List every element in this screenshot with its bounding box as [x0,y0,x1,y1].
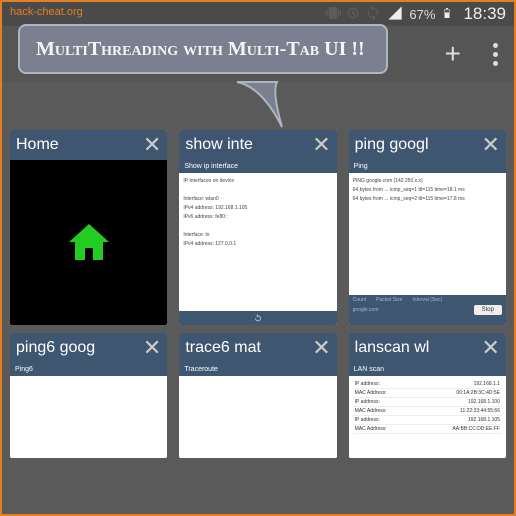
lan-row: MAC Address:00:1A:2B:3C:4D:5E [353,389,502,398]
tab-sub-header: Ping [349,160,506,173]
tab-content: IP Interfaces on device Interface: wlan0… [183,177,332,249]
alarm-icon [345,5,361,24]
status-clock: 18:39 [463,4,506,24]
tab-header: lanscan wl ✕ [349,333,506,363]
tab-sub-header: LAN scan [349,363,506,376]
battery-icon [441,4,453,25]
lan-rows: IP address:192.168.1.1 MAC Address:00:1A… [353,380,502,434]
label-size: Packet Size [376,297,402,303]
tab-body-home [10,160,167,325]
label-interval: Interval (Sec) [412,297,442,303]
close-icon[interactable]: ✕ [482,337,500,359]
tab-ping-google[interactable]: ping googl ✕ Ping PING google.com (142.2… [349,130,506,325]
vibrate-icon [325,5,341,24]
tab-title: show inte [185,136,253,154]
lan-row: IP address:192.168.1.1 [353,380,502,389]
ping-host: google.com [353,307,379,313]
lan-row: MAC Address:AA:BB:CC:DD:EE:FF [353,425,502,434]
stop-button[interactable]: Stop [474,305,502,315]
tab-body: LAN scan IP address:192.168.1.1 MAC Addr… [349,363,506,458]
tab-trace6[interactable]: trace6 mat ✕ Traceroute [179,333,336,458]
tab-header: trace6 mat ✕ [179,333,336,363]
tab-title: ping googl [355,136,429,154]
tab-home[interactable]: Home ✕ [10,130,167,325]
status-icons-group [325,5,381,24]
tab-content: PING google.com (142.250.x.x) 64 bytes f… [353,177,502,204]
tab-sub-header: Show ip interface [179,160,336,173]
tab-title: ping6 goog [16,339,95,357]
close-icon[interactable]: ✕ [312,134,330,156]
tabs-grid-row2: ping6 goog ✕ Ping6 trace6 mat ✕ Tracerou… [2,333,514,458]
tab-body: Ping PING google.com (142.250.x.x) 64 by… [349,160,506,325]
tab-title: Home [16,136,59,154]
add-tab-button[interactable]: + [445,40,461,68]
lan-row: MAC Address:11:22:33:44:55:66 [353,407,502,416]
close-icon[interactable]: ✕ [143,134,161,156]
tab-header: ping6 goog ✕ [10,333,167,363]
watermark-text: hack-cheat.org [10,6,83,18]
tab-lanscan[interactable]: lanscan wl ✕ LAN scan IP address:192.168… [349,333,506,458]
tab-body: Show ip interface IP Interfaces on devic… [179,160,336,325]
sync-icon [365,5,381,24]
close-icon[interactable]: ✕ [482,134,500,156]
tab-ping6-google[interactable]: ping6 goog ✕ Ping6 [10,333,167,458]
signal-icon [387,5,403,24]
label-count: Count [353,297,366,303]
refresh-footer[interactable] [179,311,336,325]
tab-sub-header: Ping6 [10,363,167,376]
speech-bubble: MultiThreading with Multi-Tab UI !! [18,24,388,74]
lan-row: IP address:192.168.1.105 [353,416,502,425]
tab-show-interface[interactable]: show inte ✕ Show ip interface IP Interfa… [179,130,336,325]
battery-percentage: 67% [409,7,435,22]
tab-header: ping googl ✕ [349,130,506,160]
ping-controls: Count Packet Size Interval (Sec) google.… [349,295,506,325]
tab-sub-header: Traceroute [179,363,336,376]
overflow-menu-button[interactable] [493,43,498,66]
tab-header: Home ✕ [10,130,167,160]
close-icon[interactable]: ✕ [312,337,330,359]
tab-title: lanscan wl [355,339,430,357]
lan-row: IP address:192.168.1.100 [353,398,502,407]
tab-body: Traceroute [179,363,336,458]
tab-body: Ping6 [10,363,167,458]
home-icon [65,218,113,268]
tab-title: trace6 mat [185,339,261,357]
close-icon[interactable]: ✕ [143,337,161,359]
